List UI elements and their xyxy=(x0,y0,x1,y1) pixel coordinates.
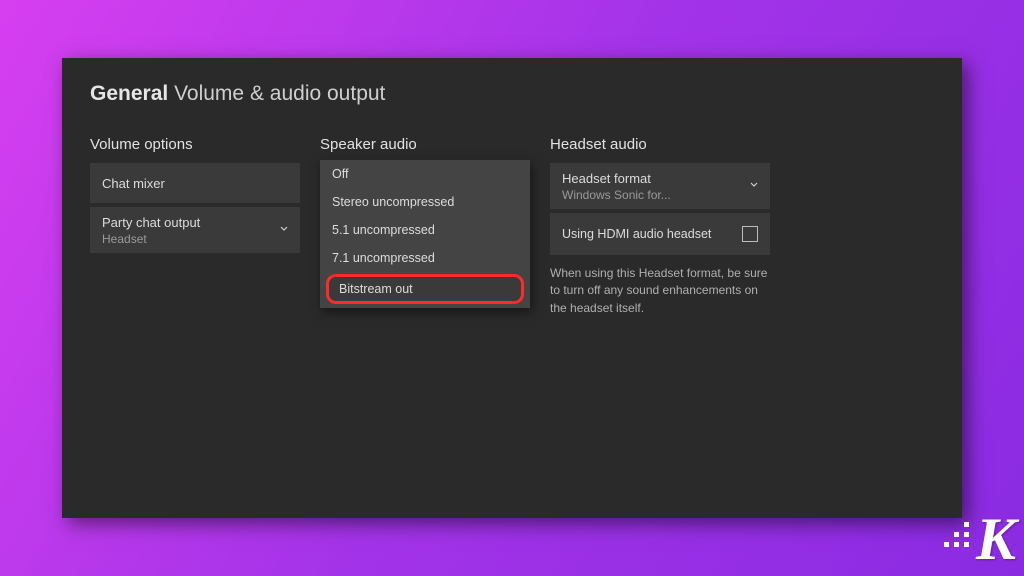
checkbox-icon xyxy=(742,226,758,242)
headset-audio-header: Headset audio xyxy=(550,136,770,153)
page-subtitle: Volume & audio output xyxy=(174,82,385,105)
page-category: General xyxy=(90,82,168,105)
logo-dots xyxy=(944,522,970,548)
chat-mixer-button[interactable]: Chat mixer xyxy=(90,163,300,203)
speaker-option-bitstream[interactable]: Bitstream out xyxy=(326,274,524,304)
hdmi-audio-label: Using HDMI audio headset xyxy=(562,227,711,241)
volume-options-header: Volume options xyxy=(90,136,300,153)
watermark-logo: K xyxy=(976,505,1016,574)
columns: Volume options Chat mixer Party chat out… xyxy=(90,136,934,317)
party-chat-output-select[interactable]: Party chat output Headset xyxy=(90,207,300,253)
speaker-option-stereo[interactable]: Stereo uncompressed xyxy=(320,188,530,216)
chevron-down-icon xyxy=(278,223,290,238)
party-chat-label: Party chat output xyxy=(102,215,200,230)
volume-options-column: Volume options Chat mixer Party chat out… xyxy=(90,136,300,317)
chat-mixer-label: Chat mixer xyxy=(102,176,165,191)
speaker-option-off[interactable]: Off xyxy=(320,160,530,188)
hdmi-audio-checkbox-row[interactable]: Using HDMI audio headset xyxy=(550,213,770,255)
speaker-audio-header: Speaker audio xyxy=(320,136,530,153)
speaker-option-71[interactable]: 7.1 uncompressed xyxy=(320,244,530,272)
page-title: General Volume & audio output xyxy=(90,82,934,106)
headset-format-label: Headset format xyxy=(562,171,651,186)
headset-audio-column: Headset audio Headset format Windows Son… xyxy=(550,136,770,317)
speaker-audio-dropdown[interactable]: Off Stereo uncompressed 5.1 uncompressed… xyxy=(320,160,530,308)
chevron-down-icon xyxy=(748,179,760,194)
settings-panel: General Volume & audio output Volume opt… xyxy=(62,58,962,518)
speaker-audio-column: Speaker audio Off Stereo uncompressed 5.… xyxy=(320,136,530,317)
headset-format-select[interactable]: Headset format Windows Sonic for... xyxy=(550,163,770,209)
speaker-option-51[interactable]: 5.1 uncompressed xyxy=(320,216,530,244)
party-chat-value: Headset xyxy=(102,232,147,246)
headset-format-value: Windows Sonic for... xyxy=(562,188,671,202)
headset-hint: When using this Headset format, be sure … xyxy=(550,265,770,317)
